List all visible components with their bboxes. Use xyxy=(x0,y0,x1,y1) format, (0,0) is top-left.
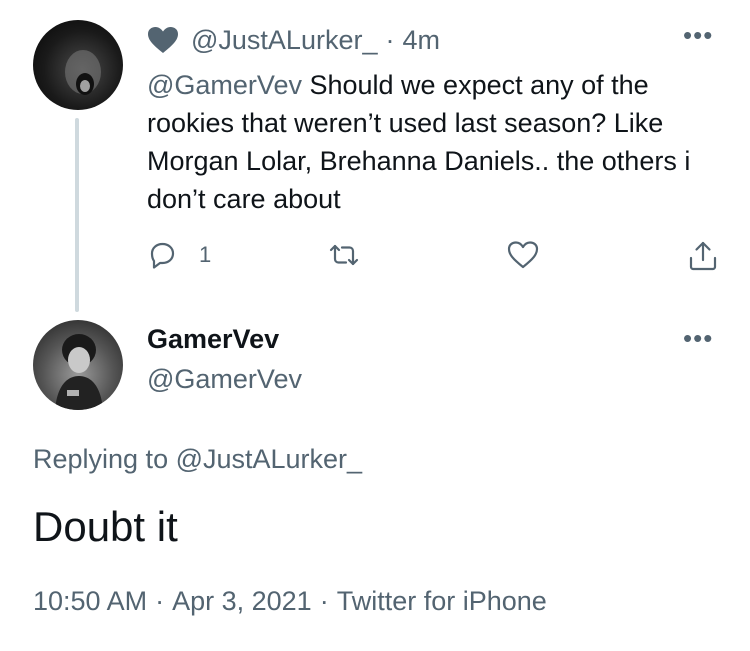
reply-button[interactable]: 1 xyxy=(147,240,211,270)
retweet-icon xyxy=(329,244,359,266)
share-icon xyxy=(689,241,717,271)
tweet-time: 10:50 AM xyxy=(33,586,148,616)
reply-icon xyxy=(150,242,175,269)
reply-count: 1 xyxy=(199,242,212,267)
mention-link[interactable]: @GamerVev xyxy=(147,70,302,100)
heart-icon xyxy=(147,26,179,54)
tweet-source[interactable]: Twitter for iPhone xyxy=(337,586,547,616)
tweet-text: @GamerVev Should we expect any of the ro… xyxy=(147,66,727,218)
user-handle[interactable]: @GamerVev xyxy=(147,364,302,395)
separator-dot: · xyxy=(155,586,165,616)
like-button[interactable] xyxy=(507,240,539,270)
separator-dot: · xyxy=(319,586,329,616)
more-icon[interactable]: ••• xyxy=(683,323,713,354)
tweet-body: Doubt it xyxy=(33,503,178,550)
avatar[interactable] xyxy=(33,20,123,110)
separator-dot: · xyxy=(385,24,395,55)
thread-line xyxy=(75,118,79,312)
author-handle[interactable]: @JustALurker_ xyxy=(191,25,377,56)
tweet-date[interactable]: Apr 3, 2021 xyxy=(172,586,312,616)
tweet-time: 4m xyxy=(402,24,440,55)
like-icon xyxy=(507,241,539,269)
avatar[interactable] xyxy=(33,320,123,410)
display-name[interactable]: GamerVev xyxy=(147,324,279,355)
retweet-button[interactable] xyxy=(327,240,361,270)
tweet-header: @JustALurker_ · 4m xyxy=(147,20,440,60)
more-icon[interactable]: ••• xyxy=(683,20,713,51)
share-button[interactable] xyxy=(687,240,719,272)
tweet-actions: 1 xyxy=(147,240,722,280)
tweet-meta: 10:50 AM · Apr 3, 2021 · Twitter for iPhone xyxy=(33,586,547,617)
replying-to[interactable]: Replying to @JustALurker_ xyxy=(33,444,362,475)
